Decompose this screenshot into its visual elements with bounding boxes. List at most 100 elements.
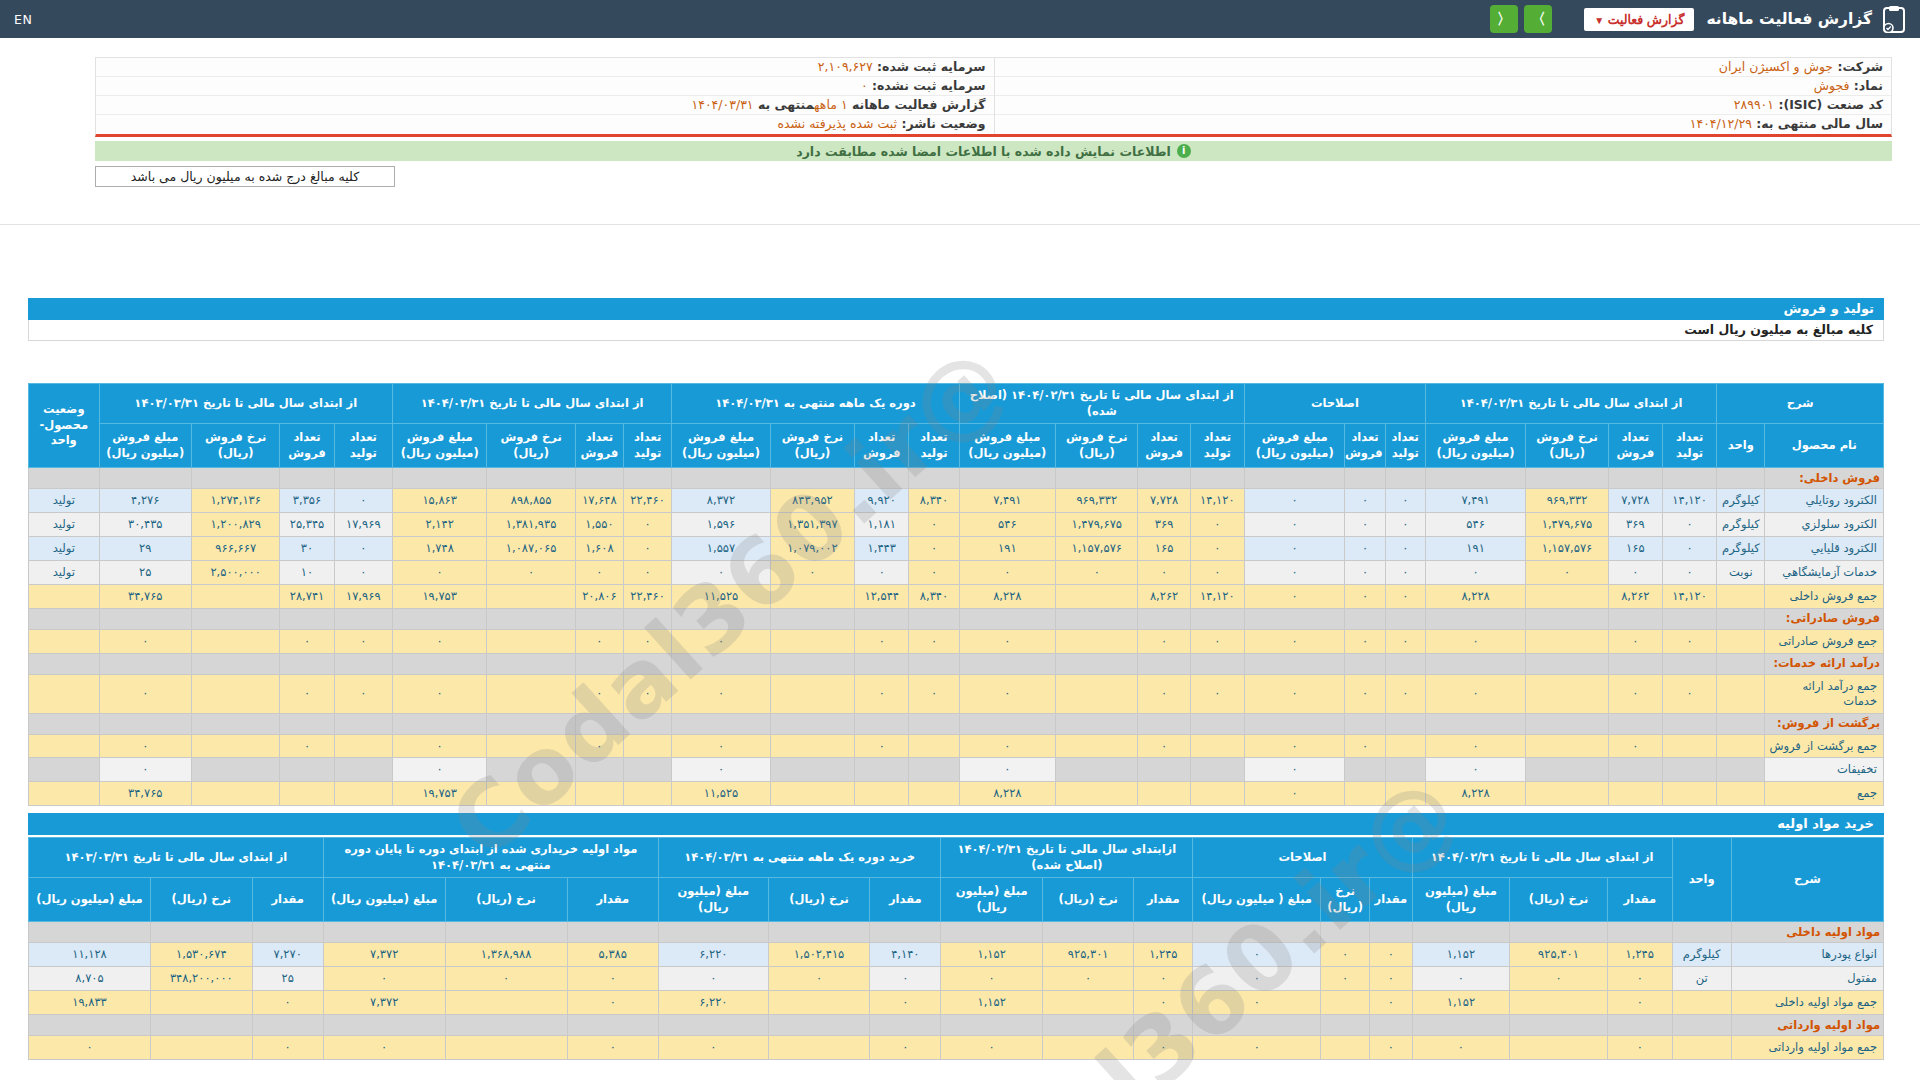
table-row: مواد اولیه وارداتی (29, 1015, 1884, 1036)
cell: ۰ (1662, 536, 1716, 560)
table-row: جمع۸,۲۲۸۰۸,۲۲۸۱۱,۵۲۵۱۹,۷۵۳۳۴,۷۶۵ (29, 782, 1884, 806)
column-header: تعداد فروش (575, 424, 623, 468)
cell: ۰ (1385, 560, 1425, 584)
column-header: تعداد فروش (1345, 424, 1385, 468)
cell (1056, 468, 1138, 489)
cell (575, 468, 623, 489)
cell (29, 468, 100, 489)
table-row: برگشت از فروش: (29, 713, 1884, 734)
cell (941, 1015, 1043, 1036)
signed-data-notice: i اطلاعات نمایش داده شده با اطلاعات امضا… (95, 141, 1892, 161)
prev-report-button[interactable]: 〈 (1490, 5, 1518, 33)
section-label: فروش داخلی: (1765, 468, 1884, 489)
cell (192, 608, 280, 629)
info-label: شرکت: (1833, 59, 1883, 74)
cell (1425, 468, 1526, 489)
cell: ۰ (1190, 536, 1244, 560)
cell (1138, 758, 1190, 782)
materials-table: شرحواحداز ابتدای سال مالی تا تاریخ ۱۴۰۴/… (28, 837, 1884, 1060)
cell: ۰ (252, 991, 323, 1015)
cell: ۰ (1134, 991, 1193, 1015)
cell: ۰ (280, 734, 334, 758)
cell: تولید (29, 512, 100, 536)
table-row: جمع برگشت از فروش۰۰۰۰۰۰۰۰۰۰۰۰ (29, 734, 1884, 758)
column-header: تعداد فروش (1138, 424, 1190, 468)
table-row: الکترود قلیایيکیلوگرم۰۱۶۵۱,۱۵۷,۵۷۶۱۹۱۰۰۰… (29, 536, 1884, 560)
cell (624, 734, 672, 758)
cell (768, 922, 870, 943)
cell (770, 713, 854, 734)
cell: ۰ (392, 560, 486, 584)
cell (334, 758, 392, 782)
cell: ۰ (1662, 629, 1716, 653)
cell: ۱۷,۶۴۸ (575, 489, 623, 513)
cell: ۵,۳۸۵ (567, 943, 658, 967)
cell: ۰ (909, 629, 959, 653)
cell: ۱۶۵ (1608, 536, 1662, 560)
cell (1425, 608, 1526, 629)
cell (99, 468, 191, 489)
info-value: فجوش (1814, 78, 1850, 93)
cell (1662, 782, 1716, 806)
cell (445, 1036, 567, 1060)
column-header: نرخ (ریال) (445, 878, 567, 922)
column-header: مبلغ فروش (میلیون ریال) (1425, 424, 1526, 468)
cell (1134, 1015, 1193, 1036)
cell: تولید (29, 560, 100, 584)
cell: ۰ (1244, 536, 1345, 560)
info-value: ثبت شده پذیرفته نشده (777, 116, 897, 131)
language-toggle-en[interactable]: EN (14, 12, 32, 27)
cell (909, 653, 959, 674)
cell (1526, 653, 1608, 674)
cell: ۰ (1345, 629, 1385, 653)
cell (870, 1015, 941, 1036)
info-row: سرمایه ثبت شده: ۲,۱۰۹,۶۲۷ (96, 58, 994, 77)
cell (280, 758, 334, 782)
production-table-wrap: شرحاز ابتدای سال مالی تا تاریخ ۱۴۰۴/۰۲/۳… (28, 383, 1884, 806)
cell (487, 629, 575, 653)
cell (1193, 1015, 1321, 1036)
cell (29, 758, 100, 782)
cell: ۱,۰۸۷,۰۶۵ (487, 536, 575, 560)
cell: ۰ (1607, 1036, 1672, 1060)
next-report-button[interactable]: 〉 (1524, 5, 1552, 33)
cell: ۰ (1607, 967, 1672, 991)
cell: ۰ (1138, 674, 1190, 713)
cell: ۰ (1321, 967, 1370, 991)
cell (334, 734, 392, 758)
cell: ۰ (624, 629, 672, 653)
table-row: فروش صادراتی: (29, 608, 1884, 629)
section-label: درآمد ارائه خدمات: (1765, 653, 1884, 674)
cell (1526, 584, 1608, 608)
cell: ۰ (1385, 489, 1425, 513)
cell (151, 922, 253, 943)
column-header: نرخ (ریال) (151, 878, 253, 922)
cell: ۰ (1425, 560, 1526, 584)
cell (1425, 713, 1526, 734)
cell: ۰ (1385, 674, 1425, 713)
cell (1510, 1036, 1608, 1060)
cell (941, 922, 1043, 943)
column-header: تعداد تولید (624, 424, 672, 468)
row-label: تخفیفات (1765, 758, 1884, 782)
cell: ۰ (1244, 758, 1345, 782)
section-label: فروش صادراتی: (1765, 608, 1884, 629)
cell: ۰ (1370, 1036, 1413, 1060)
cell (1717, 584, 1765, 608)
cell (768, 991, 870, 1015)
info-row: سال مالی منتهی به: ۱۴۰۴/۱۲/۲۹ (995, 115, 1892, 134)
cell (1608, 608, 1662, 629)
cell (29, 782, 100, 806)
cell (280, 653, 334, 674)
row-label: الکترود سلولزي (1765, 512, 1884, 536)
cell: ۲۵,۳۴۵ (280, 512, 334, 536)
production-table: شرحاز ابتدای سال مالی تا تاریخ ۱۴۰۴/۰۲/۳… (28, 383, 1884, 806)
row-label: انواع پودرها (1731, 943, 1883, 967)
cell (323, 1015, 445, 1036)
cell (1510, 991, 1608, 1015)
cell: ۱۷,۹۶۹ (334, 584, 392, 608)
cell (280, 608, 334, 629)
cell (575, 758, 623, 782)
report-type-dropdown[interactable]: گزارش فعالیت ▼ (1584, 8, 1694, 31)
cell: ۰ (1608, 674, 1662, 713)
